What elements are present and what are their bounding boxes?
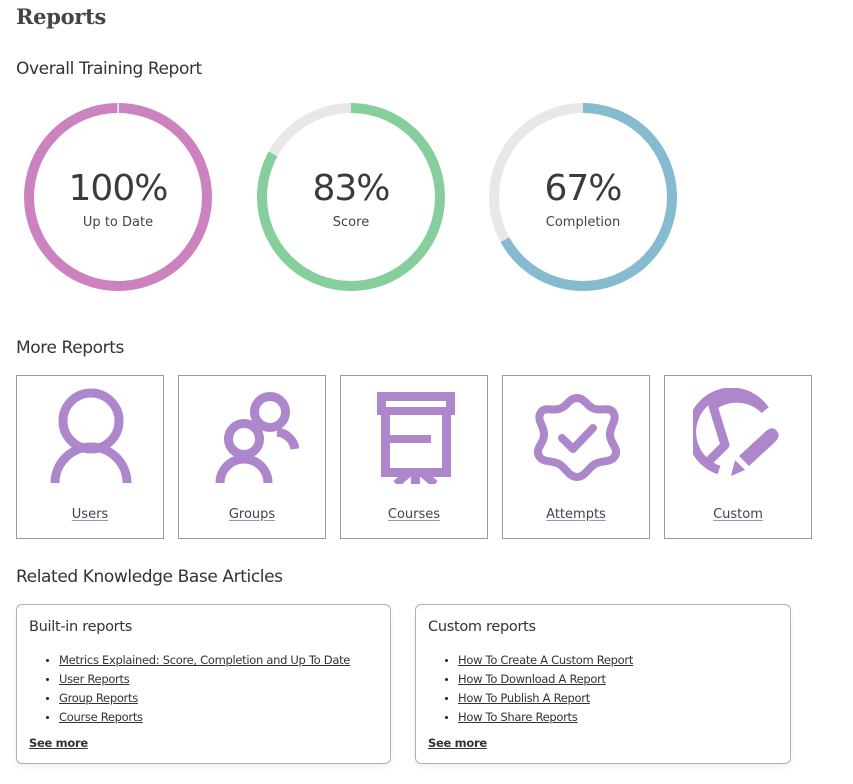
overall-training-report-title: Overall Training Report [16,59,202,79]
knowledge-base-title: Related Knowledge Base Articles [16,567,283,587]
list-item: How To Share Reports [458,708,633,727]
ring-value: 67% [544,168,622,209]
built-in-reports-link-list: Metrics Explained: Score, Completion and… [29,651,350,727]
group-icon [215,392,299,484]
users-link[interactable]: Users [17,507,163,522]
custom-report-card[interactable]: Custom [664,375,812,539]
badge-check-icon [533,394,621,481]
article-link[interactable]: Group Reports [59,691,138,705]
custom-reports-title: Custom reports [428,619,536,635]
article-link[interactable]: How To Download A Report [458,672,606,686]
custom-reports-link-list: How To Create A Custom Report How To Dow… [428,651,633,727]
page-title: Reports [16,4,106,29]
more-reports-title: More Reports [16,338,124,358]
see-more-link[interactable]: See more [428,736,487,750]
pie-chart-pencil-icon [693,388,779,476]
built-in-reports-title: Built-in reports [29,619,132,635]
list-item: How To Publish A Report [458,689,633,708]
see-more-link[interactable]: See more [29,736,88,750]
score-ring: 83% Score [254,100,448,294]
article-link[interactable]: How To Share Reports [458,710,578,724]
presentation-board-icon [377,392,455,484]
user-icon [50,388,132,484]
ring-value: 83% [312,168,390,209]
list-item: Group Reports [59,689,350,708]
ring-label: Up to Date [82,215,154,230]
ring-label: Completion [545,215,621,230]
ring-value: 100% [68,168,169,209]
list-item: Metrics Explained: Score, Completion and… [59,651,350,670]
list-item: How To Download A Report [458,670,633,689]
article-link[interactable]: How To Create A Custom Report [458,653,633,667]
list-item: User Reports [59,670,350,689]
up-to-date-ring: 100% Up to Date [21,100,215,294]
article-link[interactable]: Metrics Explained: Score, Completion and… [59,653,350,667]
list-item: How To Create A Custom Report [458,651,633,670]
article-link[interactable]: Course Reports [59,710,143,724]
list-item: Course Reports [59,708,350,727]
custom-link[interactable]: Custom [665,507,811,522]
article-link[interactable]: How To Publish A Report [458,691,590,705]
completion-ring: 67% Completion [486,100,680,294]
custom-reports-card: Custom reports How To Create A Custom Re… [415,604,791,764]
attempts-link[interactable]: Attempts [503,507,649,522]
users-report-card[interactable]: Users [16,375,164,539]
groups-report-card[interactable]: Groups [178,375,326,539]
ring-label: Score [332,215,370,230]
built-in-reports-card: Built-in reports Metrics Explained: Scor… [16,604,391,764]
groups-link[interactable]: Groups [179,507,325,522]
courses-report-card[interactable]: Courses [340,375,488,539]
courses-link[interactable]: Courses [341,507,487,522]
article-link[interactable]: User Reports [59,672,130,686]
attempts-report-card[interactable]: Attempts [502,375,650,539]
